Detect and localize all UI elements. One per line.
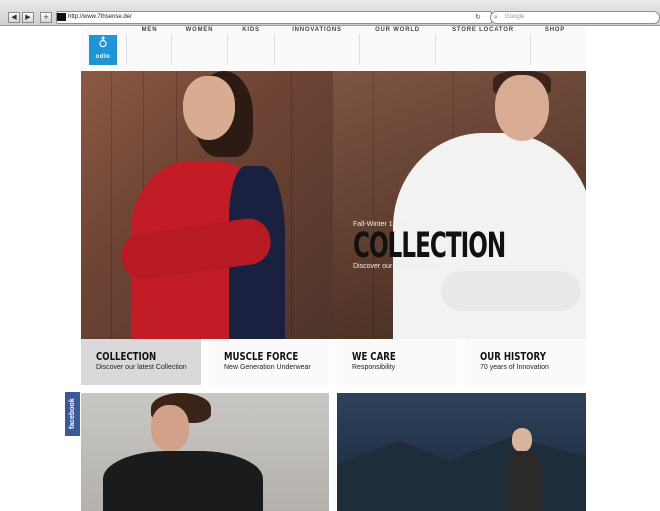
hero-caption: Fall-Winter 13/14 COLLECTION Discover ou…: [353, 221, 584, 270]
hero-banner[interactable]: Fall-Winter 13/14 COLLECTION Discover ou…: [81, 71, 586, 339]
nav-shop[interactable]: SHOP: [531, 27, 579, 72]
nav-innovations[interactable]: INNOVATIONS: [275, 27, 359, 72]
nav-our-world[interactable]: OUR WORLD: [360, 27, 435, 72]
wall-plank: [111, 71, 112, 339]
search-input[interactable]: Google: [490, 11, 660, 24]
add-bookmark-button[interactable]: +: [40, 12, 52, 23]
brand-name: odlo: [95, 54, 111, 60]
man-face: [495, 75, 549, 141]
woman-black-top: [103, 451, 263, 511]
promo-card-woman[interactable]: [81, 393, 329, 511]
forward-button[interactable]: ▶: [22, 12, 34, 23]
odlo-logo-icon: ♁: [98, 36, 108, 51]
man-arm: [441, 271, 581, 311]
nav-kids[interactable]: KIDS: [228, 27, 274, 72]
teaser-title: COLLECTION: [96, 350, 157, 363]
hero-title: COLLECTION: [353, 226, 506, 266]
wall-plank: [291, 71, 292, 339]
teaser-title: OUR HISTORY: [480, 350, 546, 363]
teaser-subtitle: 70 years of Innovation: [480, 364, 549, 371]
back-button[interactable]: ◀: [8, 12, 20, 23]
hero-image-man: [333, 71, 586, 339]
teaser-subtitle: New Generation Underwear: [224, 364, 311, 371]
nav-men[interactable]: MEN: [128, 27, 171, 72]
woman-face: [183, 76, 235, 140]
teaser-subtitle: Discover our latest Collection: [96, 364, 187, 371]
teaser-we-care[interactable]: WE CARE Responsibility: [337, 339, 457, 385]
site-container: ♁ odlo MEN WOMEN KIDS INNOVATIONS OUR WO…: [81, 27, 586, 511]
wall-plank: [373, 71, 374, 339]
address-bar[interactable]: http://www.7thsense.de/: [56, 11, 492, 24]
mountain-landscape: [337, 436, 586, 511]
teaser-title: WE CARE: [352, 350, 396, 363]
teaser-muscle-force[interactable]: MUSCLE FORCE New Generation Underwear: [209, 339, 329, 385]
browser-toolbar: ◀ ▶ + http://www.7thsense.de/ ↻ Google ⌕: [0, 0, 660, 26]
page-viewport: ♁ odlo MEN WOMEN KIDS INNOVATIONS OUR WO…: [0, 27, 660, 511]
athlete-face: [512, 428, 532, 452]
search-icon: ⌕: [494, 13, 498, 21]
promo-card-athlete[interactable]: [337, 393, 586, 511]
teaser-our-history[interactable]: OUR HISTORY 70 years of Innovation: [465, 339, 586, 385]
brand-logo[interactable]: ♁ odlo: [89, 35, 117, 65]
reload-icon[interactable]: ↻: [475, 13, 481, 21]
teaser-subtitle: Responsibility: [352, 364, 396, 371]
main-navigation: ♁ odlo MEN WOMEN KIDS INNOVATIONS OUR WO…: [81, 27, 586, 72]
athlete-body: [505, 451, 541, 511]
nav-divider: [126, 34, 127, 65]
woman-face: [151, 405, 189, 451]
site-favicon-icon: [57, 13, 66, 21]
facebook-tab[interactable]: facebook: [65, 392, 80, 436]
teaser-title: MUSCLE FORCE: [224, 350, 299, 363]
nav-store-locator[interactable]: STORE LOCATOR: [436, 27, 530, 72]
nav-women[interactable]: WOMEN: [172, 27, 227, 72]
hero-image-woman: [81, 71, 333, 339]
teaser-collection[interactable]: COLLECTION Discover our latest Collectio…: [81, 339, 201, 385]
